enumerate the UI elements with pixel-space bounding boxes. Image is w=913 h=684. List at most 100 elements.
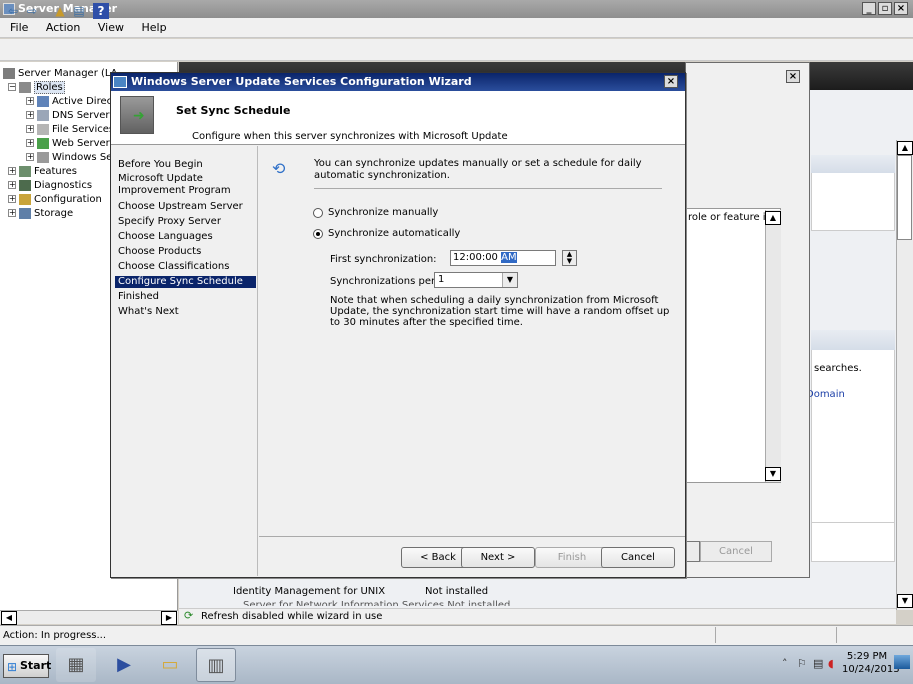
toolbar [0, 39, 913, 61]
intro-text: You can synchronize updates manually or … [314, 158, 642, 181]
explorer-folder-taskbar-icon[interactable]: ▭ [150, 648, 190, 682]
wsus-wizard-taskbar-icon[interactable]: ▥ [196, 648, 236, 682]
scroll-up-icon[interactable]: ▲ [897, 141, 913, 155]
windows-logo-icon: ⊞ [7, 660, 18, 674]
first-sync-time-input[interactable]: 12:00:00 AM [450, 250, 556, 266]
wsus-icon [37, 151, 49, 163]
main-title-bar: Server Manager [0, 0, 913, 18]
domain-link[interactable]: Domain [806, 389, 845, 400]
resources-section [811, 330, 895, 530]
active-directory-icon [37, 95, 49, 107]
divider [314, 188, 662, 189]
background-cancel-button[interactable]: Cancel [700, 541, 772, 562]
menu-view[interactable]: View [98, 21, 124, 34]
tray-expand-icon[interactable]: ˄ [782, 657, 788, 670]
nav-microsoft-update-improvement[interactable]: Microsoft Update Improvement Program [115, 173, 256, 197]
nav-choose-upstream-server[interactable]: Choose Upstream Server [115, 201, 256, 213]
page-description: Configure when this server synchronizes … [192, 131, 508, 142]
menu-help[interactable]: Help [141, 21, 166, 34]
expand-icon[interactable]: + [26, 111, 34, 119]
nav-choose-languages[interactable]: Choose Languages [115, 231, 256, 243]
action-center-flag-icon[interactable]: ⚐ [797, 657, 807, 670]
nav-before-you-begin[interactable]: Before You Begin [115, 159, 256, 171]
chevron-down-icon[interactable]: ▼ [502, 273, 517, 287]
minimize-button[interactable]: _ [862, 2, 876, 15]
refresh-icon: ⟳ [184, 609, 194, 622]
role-name: Identity Management for UNIX [233, 586, 386, 597]
nav-configure-sync-schedule[interactable]: Configure Sync Schedule [115, 276, 256, 288]
cancel-button[interactable]: Cancel [601, 547, 675, 568]
details-scroll-thumb[interactable] [897, 155, 912, 240]
tree-item-diagnostics[interactable]: + Diagnostics [8, 179, 92, 192]
nav-whats-next[interactable]: What's Next [115, 306, 256, 318]
expand-icon[interactable]: + [26, 125, 34, 133]
sync-automatically-radio[interactable] [313, 229, 323, 239]
wizard-close-button[interactable]: × [664, 75, 678, 88]
server-icon [3, 67, 15, 79]
background-list-scrollbar[interactable] [765, 210, 781, 482]
expand-icon[interactable]: + [8, 209, 16, 217]
sync-manually-label[interactable]: Synchronize manually [328, 207, 438, 218]
scroll-up-icon[interactable]: ▲ [765, 211, 781, 225]
collapse-icon[interactable]: − [8, 83, 16, 91]
status-bar: Action: In progress... [0, 625, 913, 645]
expand-icon[interactable]: + [26, 97, 34, 105]
tree-item-features[interactable]: + Features [8, 165, 77, 178]
expand-icon[interactable]: + [8, 195, 16, 203]
tree-item-windows-server-update[interactable]: + Windows Se [26, 151, 112, 164]
tree-horizontal-scrollbar[interactable] [0, 610, 178, 624]
finish-button[interactable]: Finish [535, 547, 609, 568]
nav-finished[interactable]: Finished [115, 291, 256, 303]
role-feature-text: role or feature is [688, 212, 771, 223]
nav-choose-classifications[interactable]: Choose Classifications [115, 261, 256, 273]
tree-item-web-server[interactable]: + Web Server [26, 137, 110, 150]
show-hide-tree-icon[interactable]: ▤ [71, 3, 87, 19]
tree-item-storage[interactable]: + Storage [8, 207, 73, 220]
scroll-down-icon[interactable]: ▼ [897, 594, 913, 608]
roles-icon [19, 81, 31, 93]
forward-arrow-icon[interactable]: ⇨ [24, 3, 40, 19]
scroll-left-icon[interactable]: ◀ [1, 611, 17, 625]
sync-manually-radio[interactable] [313, 208, 323, 218]
help-icon[interactable]: ? [93, 3, 109, 19]
restore-button[interactable]: ▫ [878, 2, 892, 15]
clock-date: 10/24/2013 [842, 664, 900, 675]
tree-item-configuration[interactable]: + Configuration [8, 193, 102, 206]
features-icon [19, 165, 31, 177]
role-status: Not installed [425, 586, 489, 597]
expand-icon[interactable]: + [8, 167, 16, 175]
background-dialog-button[interactable] [685, 541, 700, 562]
nav-specify-proxy-server[interactable]: Specify Proxy Server [115, 216, 256, 228]
background-dialog-close-button[interactable]: × [786, 70, 800, 83]
expand-icon[interactable]: + [8, 181, 16, 189]
expand-icon[interactable]: + [26, 139, 34, 147]
back-arrow-icon[interactable]: ⇦ [5, 3, 21, 19]
time-spinner[interactable]: ▲ ▼ [562, 250, 577, 266]
tree-item-dns-server[interactable]: + DNS Server [26, 109, 110, 122]
menu-file[interactable]: File [10, 21, 28, 34]
tree-item-roles[interactable]: − Roles [8, 81, 65, 94]
role-name-partial: Server for Network Information Services … [243, 600, 511, 606]
next-button[interactable]: Next > [461, 547, 535, 568]
tree-item-active-directory[interactable]: + Active Direct [26, 95, 116, 108]
resources-section-header [811, 330, 895, 350]
server-manager-taskbar-icon[interactable]: ▦ [56, 648, 96, 682]
expand-icon[interactable]: + [26, 153, 34, 161]
sync-automatically-label[interactable]: Synchronize automatically [328, 228, 460, 239]
tree-item-file-services[interactable]: + File Services [26, 123, 114, 136]
powershell-taskbar-icon[interactable]: ▶ [104, 648, 144, 682]
wizard-content [259, 146, 685, 536]
clock[interactable]: 5:29 PM 10/24/2013 [842, 650, 900, 676]
scroll-down-icon[interactable]: ▼ [765, 467, 781, 481]
menu-bar: File Action View Help [0, 18, 913, 38]
up-folder-icon[interactable]: ▲ [52, 3, 68, 19]
menu-action[interactable]: Action [46, 21, 80, 34]
network-icon[interactable]: ▤ [813, 657, 823, 670]
tree-root[interactable]: Server Manager (LA [3, 67, 118, 80]
volume-muted-icon[interactable]: ◖ [828, 657, 834, 670]
scroll-right-icon[interactable]: ▶ [161, 611, 177, 625]
close-button[interactable]: × [894, 2, 908, 15]
first-sync-ampm: AM [501, 252, 517, 263]
show-desktop-button[interactable] [894, 655, 910, 669]
nav-choose-products[interactable]: Choose Products [115, 246, 256, 258]
